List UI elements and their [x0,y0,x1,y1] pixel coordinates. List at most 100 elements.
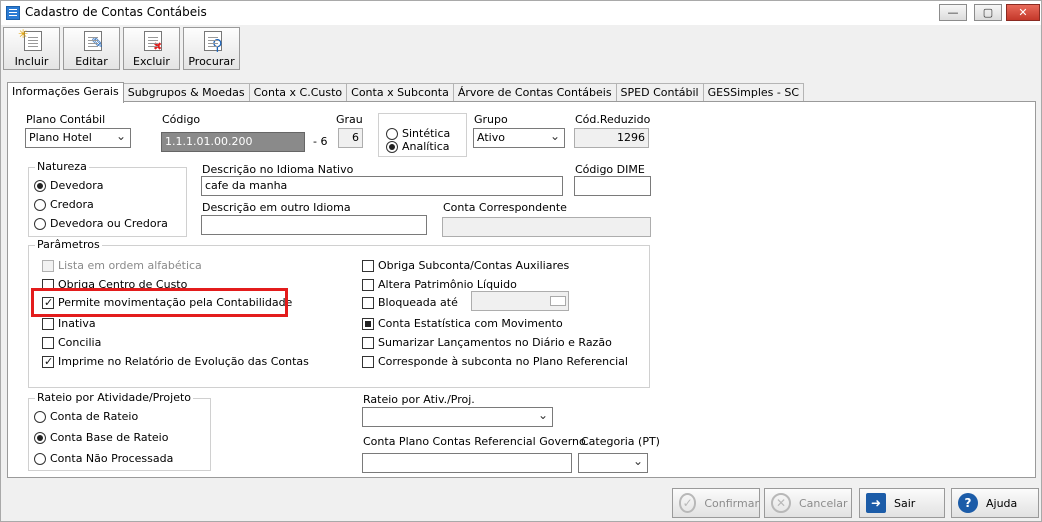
sintetica-radio[interactable]: Sintética [386,127,450,140]
help-icon: ? [958,493,978,513]
altera-patrimonio-checkbox[interactable]: Altera Patrimônio Líquido [362,278,517,291]
credora-radio-circle [34,198,46,211]
conta-estatistica-checkbox[interactable]: Conta Estatística com Movimento [362,317,563,330]
credora-radio[interactable]: Credora [34,198,94,211]
grupo-label: Grupo [474,113,508,126]
tab-conta-subconta[interactable]: Conta x Subconta [346,83,454,102]
rateio-ativ-label: Rateio por Ativ./Proj. [363,393,475,406]
minimize-button[interactable]: — [939,4,967,21]
lista-alfabetica-label: Lista em ordem alfabética [58,259,202,272]
conta-nao-processada-radio[interactable]: Conta Não Processada [34,452,173,465]
incluir-button[interactable]: Incluir [3,27,60,70]
editar-label: Editar [75,55,108,68]
confirmar-label: Confirmar [704,496,759,510]
altera-patrimonio-box [362,278,374,291]
add-document-icon [18,27,42,51]
analitica-radio[interactable]: Analítica [386,140,450,153]
lista-alfabetica-checkbox: Lista em ordem alfabética [42,259,202,272]
inativa-checkbox[interactable]: Inativa [42,317,96,330]
categoria-select[interactable] [578,453,648,473]
sumarizar-lancamentos-checkbox[interactable]: Sumarizar Lançamentos no Diário e Razão [362,336,612,349]
procurar-label: Procurar [188,55,235,68]
cod-reduzido-value: 1296 [617,131,645,144]
bloqueada-ate-date-input[interactable] [471,291,569,311]
corresponde-subconta-checkbox[interactable]: Corresponde à subconta no Plano Referenc… [362,355,628,368]
close-button[interactable]: ✕ [1006,4,1040,21]
conta-ref-gov-label: Conta Plano Contas Referencial Governo [363,435,586,448]
analitica-radio-circle [386,140,398,153]
tab-sped-contabil[interactable]: SPED Contábil [615,83,704,102]
maximize-button[interactable]: ▢ [974,4,1002,21]
tab-subgrupos-moedas[interactable]: Subgrupos & Moedas [122,83,250,102]
tab-conta-ccusto[interactable]: Conta x C.Custo [248,83,348,102]
devedora-credora-radio-circle [34,217,46,230]
conta-base-rateio-label: Conta Base de Rateio [50,431,169,444]
maximize-icon: ▢ [982,6,994,19]
conta-base-rateio-radio[interactable]: Conta Base de Rateio [34,431,168,444]
edit-document-icon [84,31,104,52]
conta-rateio-radio[interactable]: Conta de Rateio [34,410,138,423]
inativa-box [42,317,54,330]
imprime-relatorio-checkbox[interactable]: Imprime no Relatório de Evolução das Con… [42,355,309,368]
conta-corresp-label: Conta Correspondente [443,201,567,214]
conta-estatistica-label: Conta Estatística com Movimento [378,317,563,330]
categoria-label: Categoria (PT) [581,435,660,448]
plano-select[interactable]: Plano Hotel [25,128,131,148]
parametros-title: Parâmetros [35,238,102,251]
calendar-icon [550,296,566,306]
obriga-subconta-checkbox[interactable]: Obriga Subconta/Contas Auxiliares [362,259,569,272]
grau-value: 6 [352,131,359,144]
conta-rateio-label: Conta de Rateio [50,410,139,423]
tab-gessimples[interactable]: GESSimples - SC [702,83,804,102]
conta-nao-processada-radio-circle [34,452,46,465]
desc-outro-input[interactable] [201,215,427,235]
conta-estatistica-box [362,317,374,330]
search-document-icon [204,31,223,54]
obriga-subconta-box [362,259,374,272]
procurar-button[interactable]: Procurar [183,27,240,70]
conta-nao-processada-label: Conta Não Processada [50,452,174,465]
imprime-relatorio-label: Imprime no Relatório de Evolução das Con… [58,355,309,368]
app-icon [6,6,20,20]
conta-rateio-radio-circle [34,410,46,423]
excluir-button[interactable]: Excluir [123,27,180,70]
codigo-dime-label: Código DIME [575,163,645,176]
desc-outro-label: Descrição em outro Idioma [202,201,351,214]
devedora-radio[interactable]: Devedora [34,179,104,192]
codigo-suffix: - 6 [313,135,328,148]
window-title: Cadastro de Contas Contábeis [25,5,207,19]
tab-informacoes-gerais[interactable]: Informações Gerais [7,82,124,103]
cod-reduzido-input: 1296 [574,128,649,148]
excluir-label: Excluir [133,55,170,68]
desc-nativo-label: Descrição no Idioma Nativo [202,163,354,176]
cod-reduzido-label: Cód.Reduzido [575,113,651,126]
codigo-dime-input[interactable] [574,176,651,196]
grau-label: Grau [336,113,363,126]
analitica-label: Analítica [402,140,450,153]
ajuda-button[interactable]: ? Ajuda [951,488,1039,518]
main-window: Cadastro de Contas Contábeis — ▢ ✕ Inclu… [0,0,1042,522]
conta-base-rateio-radio-circle [34,431,46,444]
devedora-radio-circle [34,179,46,192]
concilia-box [42,336,54,349]
codigo-input[interactable]: 1.1.1.01.00.200 [161,132,305,152]
sair-button[interactable]: ➜ Sair [859,488,945,518]
bloqueada-ate-checkbox[interactable]: Bloqueada até [362,296,458,309]
confirmar-button[interactable]: ✓ Confirmar [672,488,760,518]
devedora-credora-radio[interactable]: Devedora ou Credora [34,217,168,230]
tab-arvore-contas[interactable]: Árvore de Contas Contábeis [452,83,617,102]
rateio-title: Rateio por Atividade/Projeto [35,391,193,404]
conta-ref-gov-input[interactable] [362,453,572,473]
concilia-checkbox[interactable]: Concilia [42,336,101,349]
natureza-title: Natureza [35,160,89,173]
rateio-ativ-select[interactable] [362,407,553,427]
grupo-select[interactable]: Ativo [473,128,565,148]
inativa-label: Inativa [58,317,96,330]
minimize-icon: — [947,6,959,19]
ajuda-label: Ajuda [986,496,1018,510]
desc-nativo-input[interactable]: cafe da manha [201,176,563,196]
editar-button[interactable]: Editar [63,27,120,70]
cancelar-button[interactable]: ✕ Cancelar [764,488,852,518]
altera-patrimonio-label: Altera Patrimônio Líquido [378,278,517,291]
corresponde-subconta-label: Corresponde à subconta no Plano Referenc… [378,355,628,368]
